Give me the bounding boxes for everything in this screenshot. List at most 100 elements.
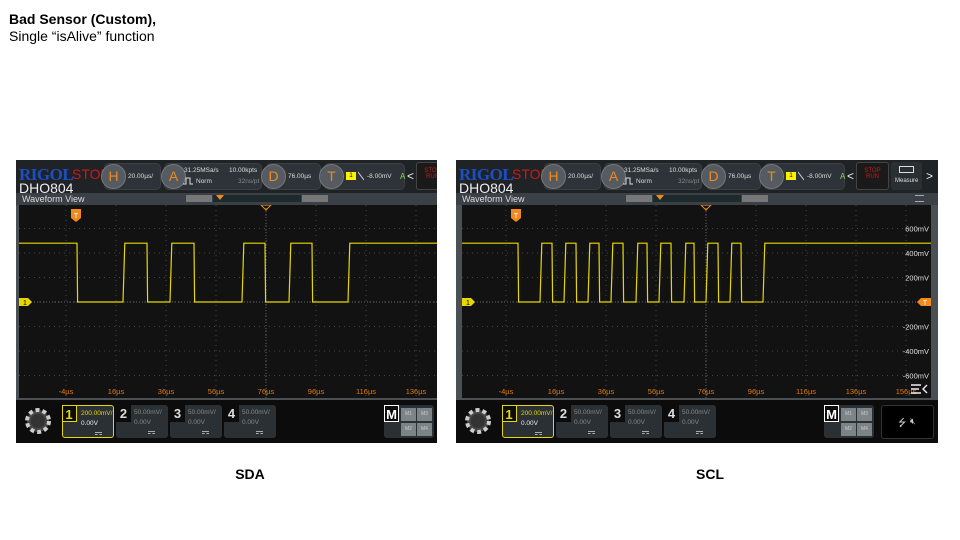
scope-screenshot-scl: RIGOL STOP DHO804 H 20.00µs/A 31.25MSa/s Norm 1… bbox=[456, 160, 938, 443]
trigger-key[interactable]: T bbox=[319, 164, 344, 189]
channel-offset: 0.00V bbox=[574, 419, 591, 426]
delay-value: 76.00µs bbox=[728, 173, 752, 180]
overview-left bbox=[186, 195, 212, 202]
trigger-source: 1 bbox=[786, 172, 796, 180]
trigger-level-label: T bbox=[923, 300, 928, 307]
coupling-dc-icon bbox=[256, 431, 263, 434]
stop-run-label: STOP RUN bbox=[864, 168, 881, 180]
sample-interval: 32ns/pt bbox=[238, 178, 260, 185]
channel-1-button[interactable]: 1 200.00mV/ 0.00V bbox=[61, 404, 114, 438]
voltage-axis-label: -400mV bbox=[903, 347, 929, 356]
channel-3-button[interactable]: 3 50.00mV/ 0.00V bbox=[170, 405, 222, 438]
nav-prev-button[interactable]: < bbox=[407, 169, 414, 183]
overview-left bbox=[626, 195, 652, 202]
channel-number: 1 bbox=[501, 404, 517, 422]
math-m4-button[interactable]: M4 bbox=[417, 423, 432, 436]
channel-offset: 0.00V bbox=[134, 419, 151, 426]
channel-offset: 0.00V bbox=[628, 419, 645, 426]
time-axis-label: -4µs bbox=[59, 387, 74, 396]
math-m3-button[interactable]: M3 bbox=[417, 408, 432, 421]
acquisition-mode: Norm bbox=[636, 178, 652, 185]
channel-scale: 200.00mV/ bbox=[521, 410, 553, 417]
math-m2-button[interactable]: M2 bbox=[401, 423, 416, 436]
time-axis-label: 116µs bbox=[356, 387, 376, 396]
memory-depth: 10.00kpts bbox=[229, 167, 258, 174]
math-m1-button[interactable]: M1 bbox=[841, 408, 856, 421]
time-axis-label: 136µs bbox=[846, 387, 867, 396]
channel-scale: 50.00mV/ bbox=[574, 409, 602, 416]
trigger-position-label: T bbox=[74, 213, 79, 220]
coupling-dc-icon bbox=[642, 431, 649, 434]
math-button[interactable]: M M1 M3 M2 M4 bbox=[824, 405, 874, 438]
gear-icon[interactable] bbox=[462, 405, 494, 437]
ruler-icon bbox=[899, 166, 914, 173]
channel-4-button[interactable]: 4 50.00mV/ 0.00V bbox=[224, 405, 276, 438]
coupling-dc-icon bbox=[148, 431, 155, 434]
math-m4-button[interactable]: M4 bbox=[857, 423, 872, 436]
coupling-dc-icon bbox=[202, 431, 209, 434]
delay-key[interactable]: D bbox=[701, 164, 726, 189]
sample-rate: 31.25MSa/s bbox=[184, 167, 219, 174]
time-axis-label: 56µs bbox=[208, 387, 225, 396]
time-axis-label: 96µs bbox=[308, 387, 325, 396]
math-button[interactable]: M M1 M3 M2 M4 bbox=[384, 405, 434, 438]
time-axis-label: 96µs bbox=[748, 387, 765, 396]
channel-scale: 50.00mV/ bbox=[134, 409, 162, 416]
falling-edge-icon bbox=[798, 171, 804, 181]
overview-window[interactable] bbox=[653, 195, 741, 202]
caption-scl: SCL bbox=[696, 466, 724, 482]
measure-label: Measure bbox=[895, 178, 919, 184]
math-m3-button[interactable]: M3 bbox=[857, 408, 872, 421]
channel-3-button[interactable]: 3 50.00mV/ 0.00V bbox=[610, 405, 662, 438]
stop-run-label: STOP RUN bbox=[424, 168, 437, 180]
waveform-grid[interactable]: -4µs16µs36µs56µs76µs96µs116µs136µs156µs1… bbox=[19, 204, 437, 398]
channel-offset: 0.00V bbox=[682, 419, 699, 426]
nav-prev-button[interactable]: < bbox=[847, 169, 854, 183]
trigger-position-label: T bbox=[514, 213, 519, 220]
coupling-dc-icon bbox=[588, 431, 595, 434]
channel-offset: 0.00V bbox=[242, 419, 259, 426]
overview-window[interactable] bbox=[213, 195, 301, 202]
memory-depth: 10.00kpts bbox=[669, 167, 698, 174]
status-panel: ⭍ 🔇︎ bbox=[881, 405, 934, 439]
time-axis-label: 116µs bbox=[796, 387, 816, 396]
channel-4-button[interactable]: 4 50.00mV/ 0.00V bbox=[664, 405, 716, 438]
menu-icon[interactable] bbox=[915, 195, 924, 202]
channel-number: 3 bbox=[610, 405, 625, 422]
gear-icon[interactable] bbox=[22, 405, 54, 437]
sample-interval: 32ns/pt bbox=[678, 178, 700, 185]
delay-value: 76.00µs bbox=[288, 173, 312, 180]
channel-scale: 50.00mV/ bbox=[682, 409, 710, 416]
channel-2-button[interactable]: 2 50.00mV/ 0.00V bbox=[556, 405, 608, 438]
channel-scale: 50.00mV/ bbox=[628, 409, 656, 416]
time-axis-label: 76µs bbox=[698, 387, 715, 396]
math-m2-button[interactable]: M2 bbox=[841, 423, 856, 436]
math-m1-button[interactable]: M1 bbox=[401, 408, 416, 421]
coupling-dc-icon bbox=[95, 432, 102, 435]
channel-2-button[interactable]: 2 50.00mV/ 0.00V bbox=[116, 405, 168, 438]
timebase: 20.00µs/ bbox=[128, 173, 154, 180]
horizontal-key[interactable]: H bbox=[541, 164, 566, 189]
time-axis-label: 56µs bbox=[648, 387, 665, 396]
falling-edge-icon bbox=[358, 171, 364, 181]
time-axis-label: -4µs bbox=[499, 387, 514, 396]
mute-icon[interactable]: 🔇︎ bbox=[910, 416, 916, 427]
trigger-mode: A bbox=[400, 172, 406, 181]
channel-number: 4 bbox=[224, 405, 239, 422]
time-axis-label: 76µs bbox=[258, 387, 275, 396]
voltage-axis-label: 400mV bbox=[905, 249, 929, 258]
trigger-key[interactable]: T bbox=[759, 164, 784, 189]
waveform-view-label: Waveform View bbox=[462, 194, 525, 204]
channel-scale: 50.00mV/ bbox=[188, 409, 216, 416]
waveform-grid[interactable]: -4µs 16µs 36µs 56µs 76µs 96µs 116µs 136µs 156µs 6… bbox=[462, 204, 931, 398]
horizontal-key[interactable]: H bbox=[101, 164, 126, 189]
channel-1-trace bbox=[462, 242, 931, 303]
time-axis-label: 36µs bbox=[158, 387, 175, 396]
timebase: 20.00µs/ bbox=[568, 173, 594, 180]
voltage-axis-label: 600mV bbox=[905, 225, 929, 234]
voltage-axis-label: 200mV bbox=[905, 274, 929, 283]
channel-1-button[interactable]: 1 200.00mV/ 0.00V bbox=[501, 404, 554, 438]
delay-key[interactable]: D bbox=[261, 164, 286, 189]
channel-number: 3 bbox=[170, 405, 185, 422]
nav-next-button[interactable]: > bbox=[926, 169, 933, 183]
